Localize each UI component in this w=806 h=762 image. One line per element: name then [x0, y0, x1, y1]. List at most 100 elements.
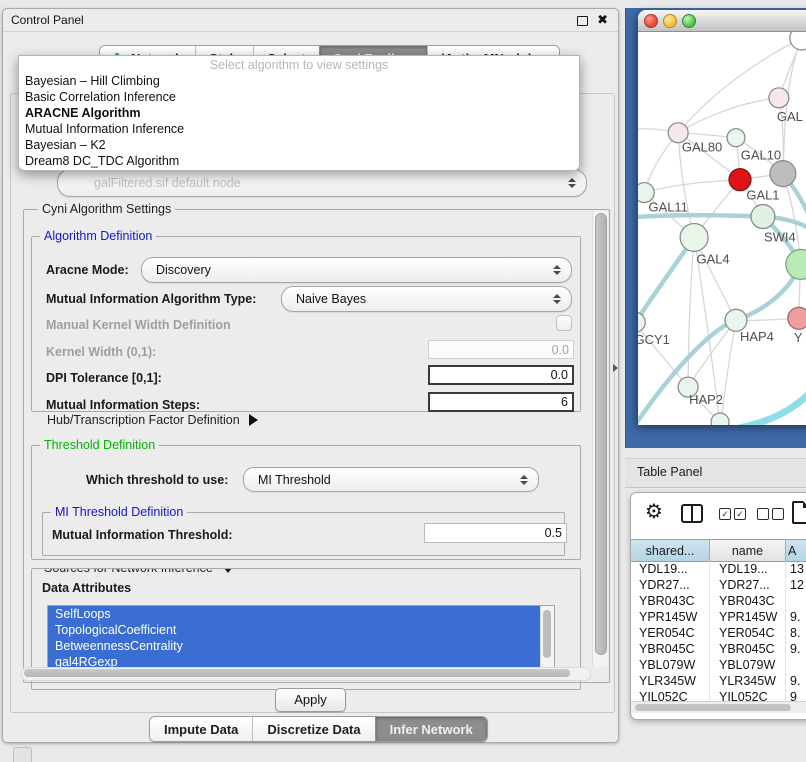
- application: Control Panel ✖ Network Style Select Cyn…: [0, 0, 806, 762]
- hub-label: Hub/Transcription Factor Definition: [47, 413, 240, 427]
- splitter-collapse-icon[interactable]: [613, 364, 618, 372]
- table-row[interactable]: YDL19...YDL19...13: [631, 561, 806, 577]
- close-traffic-light-icon[interactable]: [644, 14, 658, 28]
- gear-icon[interactable]: ⚙: [645, 499, 663, 524]
- node-label: GCY1: [638, 332, 670, 347]
- algorithm-definition-title: Algorithm Definition: [40, 229, 156, 243]
- settings-vertical-scrollbar[interactable]: [592, 211, 608, 666]
- manual-kernel-checkbox[interactable]: [556, 315, 572, 331]
- combo-arrows-icon: [552, 265, 561, 275]
- node-swi4[interactable]: [786, 249, 806, 279]
- mi-steps-label: Mutual Information Steps:: [46, 398, 200, 412]
- network-canvas[interactable]: GAL GAL80 GAL10 GAL1 GAL11 GAL4 SWI4 GCY…: [638, 32, 806, 425]
- checked-checkbox-icon[interactable]: ✓: [719, 508, 731, 520]
- minimized-panel-icon[interactable]: [13, 747, 32, 762]
- table-row[interactable]: YPR145WYPR145W9.: [631, 609, 806, 625]
- column-header-name[interactable]: name: [710, 540, 786, 561]
- scrollbar-thumb[interactable]: [595, 213, 607, 655]
- table-header-row: shared... name A: [631, 539, 806, 562]
- table-row[interactable]: YDR27...YDR27...12: [631, 577, 806, 593]
- network-view-window[interactable]: GAL GAL80 GAL10 GAL1 GAL11 GAL4 SWI4 GCY…: [638, 10, 806, 425]
- sources-title-text: Sources for Network Inference: [44, 568, 213, 575]
- algorithm-dropdown-popup: Select algorithm to view settings Bayesi…: [18, 55, 580, 171]
- table-row[interactable]: YBR045CYBR045C9.: [631, 641, 806, 657]
- list-item[interactable]: SelfLoops: [48, 606, 554, 622]
- float-window-icon[interactable]: [577, 16, 588, 26]
- node-gal4[interactable]: [680, 224, 708, 252]
- node-salmon[interactable]: [788, 307, 806, 329]
- popup-item-bayesian-k2[interactable]: Bayesian – K2: [23, 137, 575, 153]
- table-panel-header: Table Panel: [625, 458, 806, 488]
- list-item[interactable]: BetweennessCentrality: [48, 638, 554, 654]
- data-attributes-list[interactable]: SelfLoops TopologicalCoefficient Between…: [47, 605, 555, 670]
- node-white[interactable]: [790, 32, 806, 50]
- node-bottom[interactable]: [711, 413, 729, 425]
- bottom-tab-bar: Impute Data Discretize Data Infer Networ…: [149, 716, 488, 742]
- table-row[interactable]: YER054CYER054C8.: [631, 625, 806, 641]
- network-selector-combobox[interactable]: galFiltered.sif default node: [57, 169, 587, 197]
- which-threshold-combobox[interactable]: MI Threshold: [243, 467, 539, 492]
- hub-transcription-section-toggle[interactable]: Hub/Transcription Factor Definition: [47, 413, 258, 427]
- tab-infer-network[interactable]: Infer Network: [375, 717, 487, 741]
- network-window-titlebar[interactable]: [638, 10, 806, 32]
- tab-impute-data[interactable]: Impute Data: [150, 717, 252, 741]
- popup-item-mutual-information[interactable]: Mutual Information Inference: [23, 121, 575, 137]
- popup-item-aracne[interactable]: ARACNE Algorithm: [23, 105, 575, 121]
- zoom-traffic-light-icon[interactable]: [682, 14, 696, 28]
- list-item[interactable]: TopologicalCoefficient: [48, 622, 554, 638]
- scrollbar-thumb[interactable]: [635, 704, 791, 711]
- mi-threshold-field[interactable]: [424, 523, 567, 543]
- kernel-width-field[interactable]: [428, 340, 574, 359]
- tab-discretize-data[interactable]: Discretize Data: [252, 717, 374, 741]
- table-window: ⚙ ✓ ✓ shared... name A YDL19...YDL19...1…: [630, 492, 806, 720]
- table-horizontal-scrollbar[interactable]: [631, 701, 806, 713]
- popup-item-basic-correlation[interactable]: Basic Correlation Inference: [23, 89, 575, 105]
- threshold-definition-title: Threshold Definition: [40, 438, 159, 452]
- mi-threshold-title: MI Threshold Definition: [51, 505, 187, 519]
- table-body: YDL19...YDL19...13 YDR27...YDR27...12 YB…: [631, 561, 806, 719]
- table-row[interactable]: YBR043CYBR043C: [631, 593, 806, 609]
- scrollbar-thumb[interactable]: [543, 610, 551, 658]
- node-label: GAL: [777, 109, 803, 124]
- column-header-partial[interactable]: A: [786, 540, 806, 561]
- settings-horizontal-scrollbar[interactable]: [21, 667, 591, 681]
- mi-algorithm-type-combobox[interactable]: Naive Bayes: [281, 286, 572, 312]
- node-gal10[interactable]: [727, 129, 745, 147]
- node-green[interactable]: [751, 205, 775, 229]
- close-icon[interactable]: ✖: [597, 12, 608, 28]
- manual-kernel-label: Manual Kernel Width Definition: [46, 318, 231, 332]
- node-gal2[interactable]: [769, 88, 789, 108]
- node-gray[interactable]: [770, 161, 796, 187]
- table-row[interactable]: YBL079WYBL079W: [631, 657, 806, 673]
- which-threshold-value: MI Threshold: [244, 473, 519, 487]
- sources-title[interactable]: Sources for Network Inference: [40, 568, 239, 575]
- list-vertical-scrollbar[interactable]: [540, 606, 554, 669]
- popup-item-bayesian-hill-climbing[interactable]: Bayesian – Hill Climbing: [23, 73, 575, 89]
- aracne-mode-combobox[interactable]: Discovery: [141, 257, 572, 283]
- mi-steps-field[interactable]: [428, 392, 574, 412]
- minimize-traffic-light-icon[interactable]: [663, 14, 677, 28]
- node-gcy1[interactable]: [638, 312, 645, 332]
- panel-title: Control Panel: [11, 13, 84, 27]
- apply-button[interactable]: Apply: [275, 688, 346, 712]
- tab-label: Discretize Data: [267, 722, 360, 737]
- column-header-shared-name[interactable]: shared...: [631, 540, 710, 561]
- which-threshold-label: Which threshold to use:: [86, 473, 228, 487]
- unchecked-checkbox-icon[interactable]: [757, 508, 769, 520]
- popup-placeholder-text: Select algorithm to view settings: [19, 58, 579, 72]
- mi-type-value: Naive Bayes: [282, 292, 552, 306]
- columns-icon[interactable]: [681, 504, 703, 523]
- mi-threshold-definition-group: MI Threshold Definition Mutual Informati…: [42, 512, 565, 556]
- node-hap4[interactable]: [725, 309, 747, 331]
- popup-item-dream8[interactable]: Dream8 DC_TDC Algorithm: [23, 153, 575, 169]
- checked-checkbox-icon[interactable]: ✓: [734, 508, 746, 520]
- node-label: HAP4: [740, 329, 774, 344]
- scrollbar-thumb[interactable]: [24, 669, 570, 677]
- threshold-definition-group: Threshold Definition Which threshold to …: [31, 445, 581, 560]
- unchecked-checkbox-icon[interactable]: [772, 508, 784, 520]
- dpi-tolerance-field[interactable]: [428, 365, 574, 385]
- expand-right-icon: [249, 414, 258, 426]
- file-icon[interactable]: [792, 501, 806, 524]
- table-row[interactable]: YLR345WYLR345W9.: [631, 673, 806, 689]
- aracne-mode-label: Aracne Mode:: [46, 263, 129, 277]
